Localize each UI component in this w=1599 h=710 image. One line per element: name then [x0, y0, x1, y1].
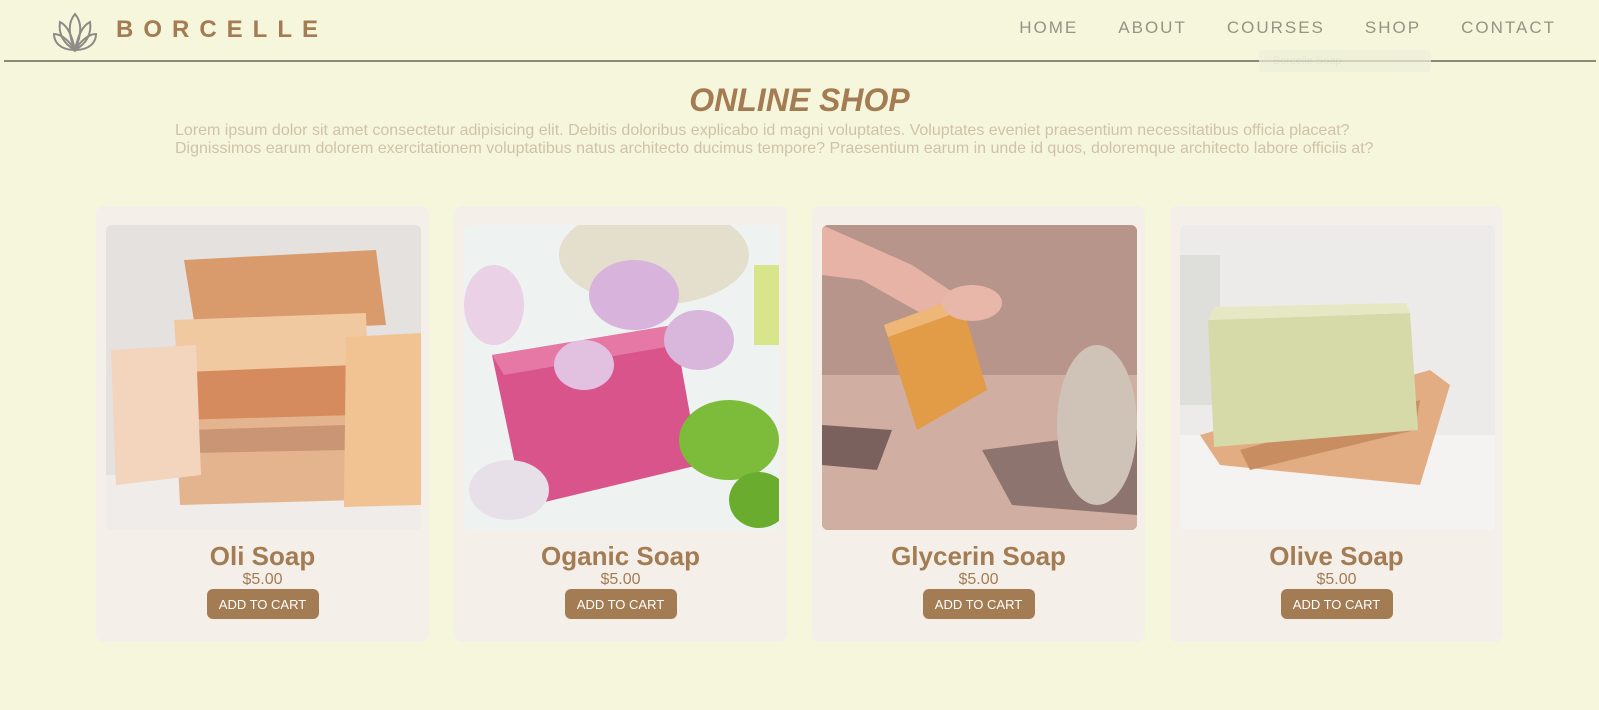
product-price: $5.00	[600, 571, 641, 588]
product-image-olive-soap[interactable]	[1180, 225, 1495, 530]
add-to-cart-button[interactable]: ADD TO CART	[1280, 589, 1393, 619]
product-name: Olive Soap	[1269, 541, 1404, 571]
product-grid: Oli Soap $5.00 ADD TO CART Oganic Soap $…	[96, 206, 1503, 642]
product-price: $5.00	[242, 571, 283, 588]
add-to-cart-button[interactable]: ADD TO CART	[922, 589, 1035, 619]
product-name: Oli Soap	[209, 541, 316, 571]
hover-tooltip: Borcelle Soap	[1259, 50, 1431, 72]
product-image-oli-soap[interactable]	[106, 225, 421, 530]
nav-courses[interactable]: COURSES	[1227, 18, 1325, 38]
product-name: Oganic Soap	[541, 541, 700, 571]
main-nav: HOME ABOUT COURSES SHOP CONTACT	[1019, 18, 1556, 38]
product-card: Oli Soap $5.00 ADD TO CART	[96, 206, 429, 642]
product-price: $5.00	[958, 571, 999, 588]
brand-name[interactable]: BORCELLE	[116, 16, 328, 44]
product-name: Glycerin Soap	[891, 541, 1066, 571]
page-title: ONLINE SHOP	[689, 82, 910, 118]
nav-shop[interactable]: SHOP	[1365, 18, 1421, 38]
product-card: Oganic Soap $5.00 ADD TO CART	[454, 206, 787, 642]
nav-home[interactable]: HOME	[1019, 18, 1078, 38]
nav-about[interactable]: ABOUT	[1118, 18, 1187, 38]
product-card: Glycerin Soap $5.00 ADD TO CART	[812, 206, 1145, 642]
add-to-cart-button[interactable]: ADD TO CART	[564, 589, 677, 619]
tooltip-text: Borcelle Soap	[1273, 55, 1342, 67]
add-to-cart-button[interactable]: ADD TO CART	[206, 589, 319, 619]
product-image-glycerin-soap[interactable]	[822, 225, 1137, 530]
nav-contact[interactable]: CONTACT	[1461, 18, 1556, 38]
intro-text: Lorem ipsum dolor sit amet consectetur a…	[175, 122, 1374, 157]
product-card: Olive Soap $5.00 ADD TO CART	[1170, 206, 1503, 642]
product-image-oganic-soap[interactable]	[464, 225, 779, 530]
lotus-logo-icon[interactable]	[50, 6, 100, 56]
product-price: $5.00	[1316, 571, 1357, 588]
